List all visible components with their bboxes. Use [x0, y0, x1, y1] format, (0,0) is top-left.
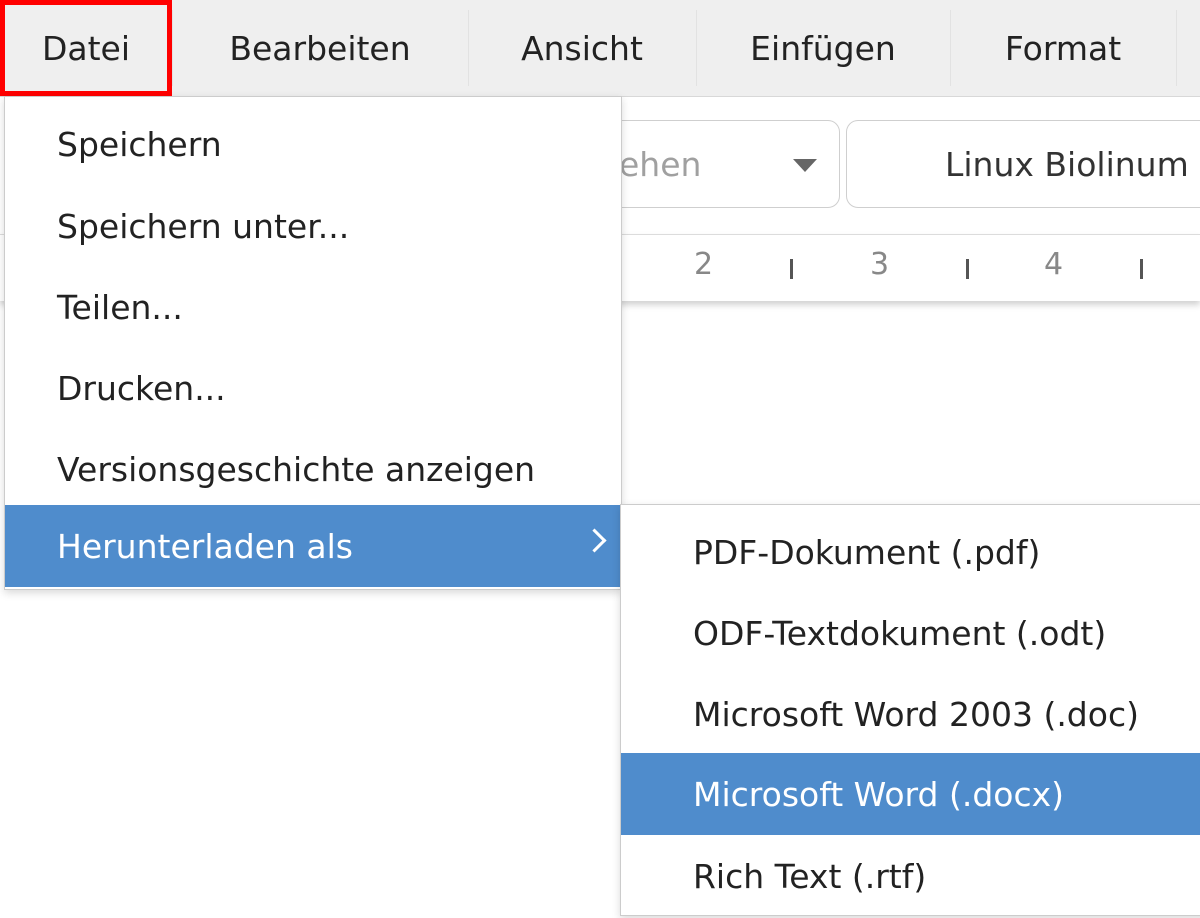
screen: ehen Linux Biolinum 2 3 4 Datei Bearbeit… [0, 0, 1200, 918]
paragraph-style-value: ehen [619, 144, 702, 184]
submenu-item-docx[interactable]: Microsoft Word (.docx) [621, 753, 1200, 835]
menu-item-drucken[interactable]: Drucken... [5, 347, 621, 429]
highlight-annotation-box [0, 0, 172, 96]
menu-item-teilen[interactable]: Teilen... [5, 266, 621, 348]
ruler-number: 2 [694, 247, 714, 282]
caret-down-icon [793, 159, 817, 172]
submenu-item-doc[interactable]: Microsoft Word 2003 (.doc) [621, 673, 1200, 755]
menu-einfuegen[interactable]: Einfügen [696, 0, 950, 96]
menu-ansicht[interactable]: Ansicht [468, 0, 696, 96]
submenu-item-odt[interactable]: ODF-Textdokument (.odt) [621, 592, 1200, 674]
ruler-tick [790, 259, 793, 279]
font-name-select[interactable]: Linux Biolinum [846, 120, 1200, 208]
submenu-item-rtf[interactable]: Rich Text (.rtf) [621, 835, 1200, 917]
file-menu-dropdown: Speichern Speichern unter... Teilen... D… [4, 96, 622, 590]
ruler-number: 4 [1044, 247, 1064, 282]
menu-item-versionsgeschichte[interactable]: Versionsgeschichte anzeigen [5, 428, 621, 510]
menu-item-label: Herunterladen als [57, 526, 353, 566]
menu-bar: Datei Bearbeiten Ansicht Einfügen Format [0, 0, 1200, 97]
menu-item-speichern[interactable]: Speichern [5, 103, 621, 185]
ruler-number: 3 [870, 247, 890, 282]
submenu-item-pdf[interactable]: PDF-Dokument (.pdf) [621, 511, 1200, 593]
menu-item-herunterladen-als[interactable]: Herunterladen als [5, 505, 621, 587]
menu-separator [1176, 10, 1177, 86]
menu-bearbeiten[interactable]: Bearbeiten [172, 0, 468, 96]
menu-item-speichern-unter[interactable]: Speichern unter... [5, 185, 621, 267]
font-name-value: Linux Biolinum [945, 144, 1189, 184]
chevron-right-icon [582, 528, 607, 553]
ruler-tick [966, 259, 969, 279]
menu-format[interactable]: Format [950, 0, 1176, 96]
download-submenu: PDF-Dokument (.pdf) ODF-Textdokument (.o… [620, 504, 1200, 916]
ruler-tick [1140, 259, 1143, 279]
